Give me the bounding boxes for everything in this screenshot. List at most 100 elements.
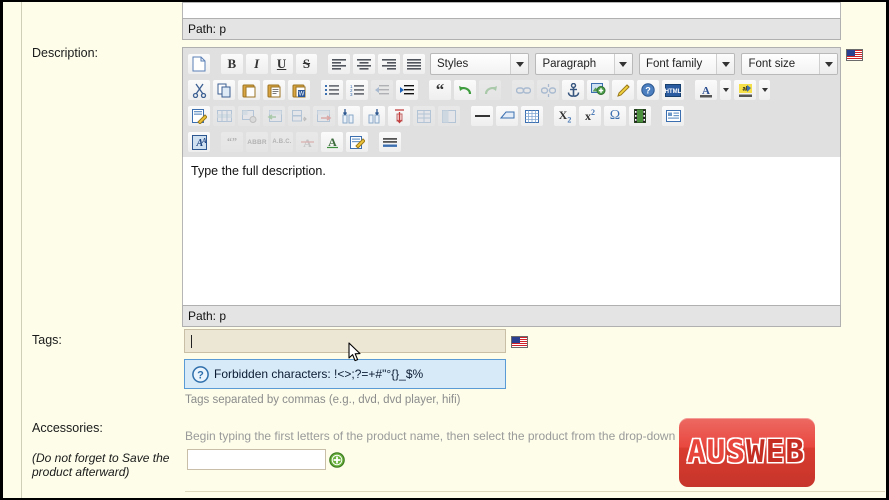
font-family-dropdown-value: Font family bbox=[645, 58, 703, 70]
underline-icon[interactable]: U bbox=[269, 53, 294, 75]
add-plus-icon[interactable] bbox=[329, 452, 345, 468]
insert-text-icon[interactable]: A bbox=[320, 131, 344, 153]
font-size-dropdown[interactable]: Font size bbox=[741, 53, 838, 75]
bullet-list-icon[interactable] bbox=[320, 79, 344, 101]
link-icon[interactable] bbox=[511, 79, 535, 101]
chevron-down-icon bbox=[613, 54, 632, 74]
insert-media-icon[interactable] bbox=[628, 105, 652, 127]
abbreviation-icon[interactable]: ABBR bbox=[245, 131, 269, 153]
font-family-dropdown[interactable]: Font family bbox=[638, 53, 736, 75]
section-divider bbox=[185, 491, 885, 492]
description-editor-body[interactable]: Type the full description. bbox=[182, 157, 841, 305]
outdent-icon[interactable] bbox=[370, 79, 394, 101]
toolbar-separator bbox=[312, 79, 319, 101]
paste-text-icon[interactable] bbox=[262, 79, 286, 101]
strikethrough-icon[interactable]: S bbox=[294, 53, 319, 75]
help-icon[interactable]: ? bbox=[636, 79, 660, 101]
insert-column-before-icon[interactable] bbox=[337, 105, 361, 127]
left-gutter-line bbox=[21, 2, 22, 498]
text-color-icon[interactable]: A bbox=[694, 79, 718, 101]
insert-image-icon[interactable] bbox=[586, 79, 610, 101]
align-center-icon[interactable] bbox=[352, 53, 377, 75]
italic-icon[interactable]: I bbox=[244, 53, 269, 75]
toolbar-separator bbox=[462, 105, 469, 127]
paste-word-icon[interactable]: W bbox=[287, 79, 311, 101]
tags-hint: Tags separated by commas (e.g., dvd, dvd… bbox=[185, 394, 461, 406]
unlink-icon[interactable] bbox=[536, 79, 560, 101]
accessories-instruction: Begin typing the first letters of the pr… bbox=[185, 429, 697, 443]
table-row-properties-icon[interactable] bbox=[212, 105, 236, 127]
table-cell-properties-icon[interactable] bbox=[237, 105, 261, 127]
merge-cells-icon[interactable] bbox=[437, 105, 461, 127]
text-color-chevron-icon[interactable] bbox=[719, 79, 732, 101]
align-left-icon[interactable] bbox=[327, 53, 352, 75]
indent-icon[interactable] bbox=[395, 79, 419, 101]
text-caret bbox=[191, 334, 192, 348]
toolbar-separator bbox=[319, 53, 326, 75]
us-flag-icon[interactable] bbox=[511, 336, 528, 348]
toggle-guidelines-icon[interactable] bbox=[520, 105, 544, 127]
chevron-down-icon bbox=[716, 54, 735, 74]
align-justify-icon[interactable] bbox=[402, 53, 426, 75]
cleanup-icon[interactable] bbox=[611, 79, 635, 101]
accessories-search-input[interactable] bbox=[187, 449, 326, 470]
remove-format-icon[interactable] bbox=[495, 105, 519, 127]
toolbar-separator bbox=[545, 105, 552, 127]
delete-text-icon[interactable]: A bbox=[295, 131, 319, 153]
split-cells-icon[interactable] bbox=[412, 105, 436, 127]
svg-text:3: 3 bbox=[350, 92, 353, 96]
font-size-dropdown-value: Font size bbox=[748, 58, 796, 70]
paste-icon[interactable] bbox=[237, 79, 261, 101]
insert-column-after-icon[interactable] bbox=[362, 105, 386, 127]
insert-row-after-icon[interactable] bbox=[287, 105, 311, 127]
acronym-icon[interactable]: A.B.C. bbox=[270, 131, 294, 153]
description-label: Description: bbox=[32, 46, 98, 60]
editor-path-text-bottom: Path: p bbox=[188, 309, 227, 323]
editor-toolbar: B I U S Styles Paragraph Font family Fon… bbox=[182, 47, 841, 157]
special-character-icon[interactable]: Ω bbox=[603, 105, 627, 127]
svg-text:?: ? bbox=[645, 86, 651, 96]
html-source-icon[interactable]: HTML bbox=[661, 79, 685, 101]
horizontal-rule-icon[interactable] bbox=[470, 105, 494, 127]
accessories-label: Accessories: bbox=[32, 421, 103, 435]
delete-row-icon[interactable] bbox=[312, 105, 336, 127]
chevron-down-icon bbox=[819, 54, 837, 74]
toolbar-separator bbox=[212, 53, 219, 75]
new-document-icon[interactable] bbox=[187, 53, 211, 75]
format-dropdown[interactable]: Paragraph bbox=[535, 53, 633, 75]
table-properties-icon[interactable] bbox=[187, 105, 211, 127]
superscript-icon[interactable]: x2 bbox=[578, 105, 602, 127]
insert-date-icon[interactable] bbox=[378, 131, 402, 153]
cut-icon[interactable] bbox=[187, 79, 211, 101]
anchor-icon[interactable] bbox=[561, 79, 585, 101]
editor-path-bar-bottom: Path: p bbox=[182, 305, 841, 327]
background-color-chevron-icon[interactable] bbox=[758, 79, 771, 101]
us-flag-icon[interactable] bbox=[846, 49, 863, 61]
toolbar-row-1: B I U S Styles Paragraph Font family Fon… bbox=[187, 51, 840, 77]
blockquote-icon[interactable]: “ bbox=[428, 79, 452, 101]
toolbar-separator bbox=[370, 131, 377, 153]
subscript-icon[interactable]: X2 bbox=[553, 105, 577, 127]
toolbar-separator bbox=[420, 79, 427, 101]
redo-icon[interactable] bbox=[478, 79, 502, 101]
styles-dropdown[interactable]: Styles bbox=[429, 53, 530, 75]
numbered-list-icon[interactable]: 123 bbox=[345, 79, 369, 101]
tags-label: Tags: bbox=[32, 333, 62, 347]
format-dropdown-value: Paragraph bbox=[542, 58, 597, 70]
attributes-icon[interactable] bbox=[345, 131, 369, 153]
delete-column-icon[interactable] bbox=[387, 105, 411, 127]
copy-icon[interactable] bbox=[212, 79, 236, 101]
bold-icon[interactable]: B bbox=[219, 53, 244, 75]
undo-icon[interactable] bbox=[453, 79, 477, 101]
chevron-down-icon bbox=[510, 54, 529, 74]
citation-icon[interactable]: “” bbox=[220, 131, 244, 153]
tags-input[interactable] bbox=[184, 329, 506, 353]
style-props-icon[interactable]: AA bbox=[187, 131, 211, 153]
toolbar-separator bbox=[653, 105, 660, 127]
logo-text-web: WEB bbox=[746, 434, 805, 470]
toolbar-separator bbox=[503, 79, 510, 101]
background-color-icon[interactable]: ab bbox=[733, 79, 757, 101]
insert-row-before-icon[interactable] bbox=[262, 105, 286, 127]
insert-layer-icon[interactable] bbox=[661, 105, 685, 127]
align-right-icon[interactable] bbox=[377, 53, 402, 75]
